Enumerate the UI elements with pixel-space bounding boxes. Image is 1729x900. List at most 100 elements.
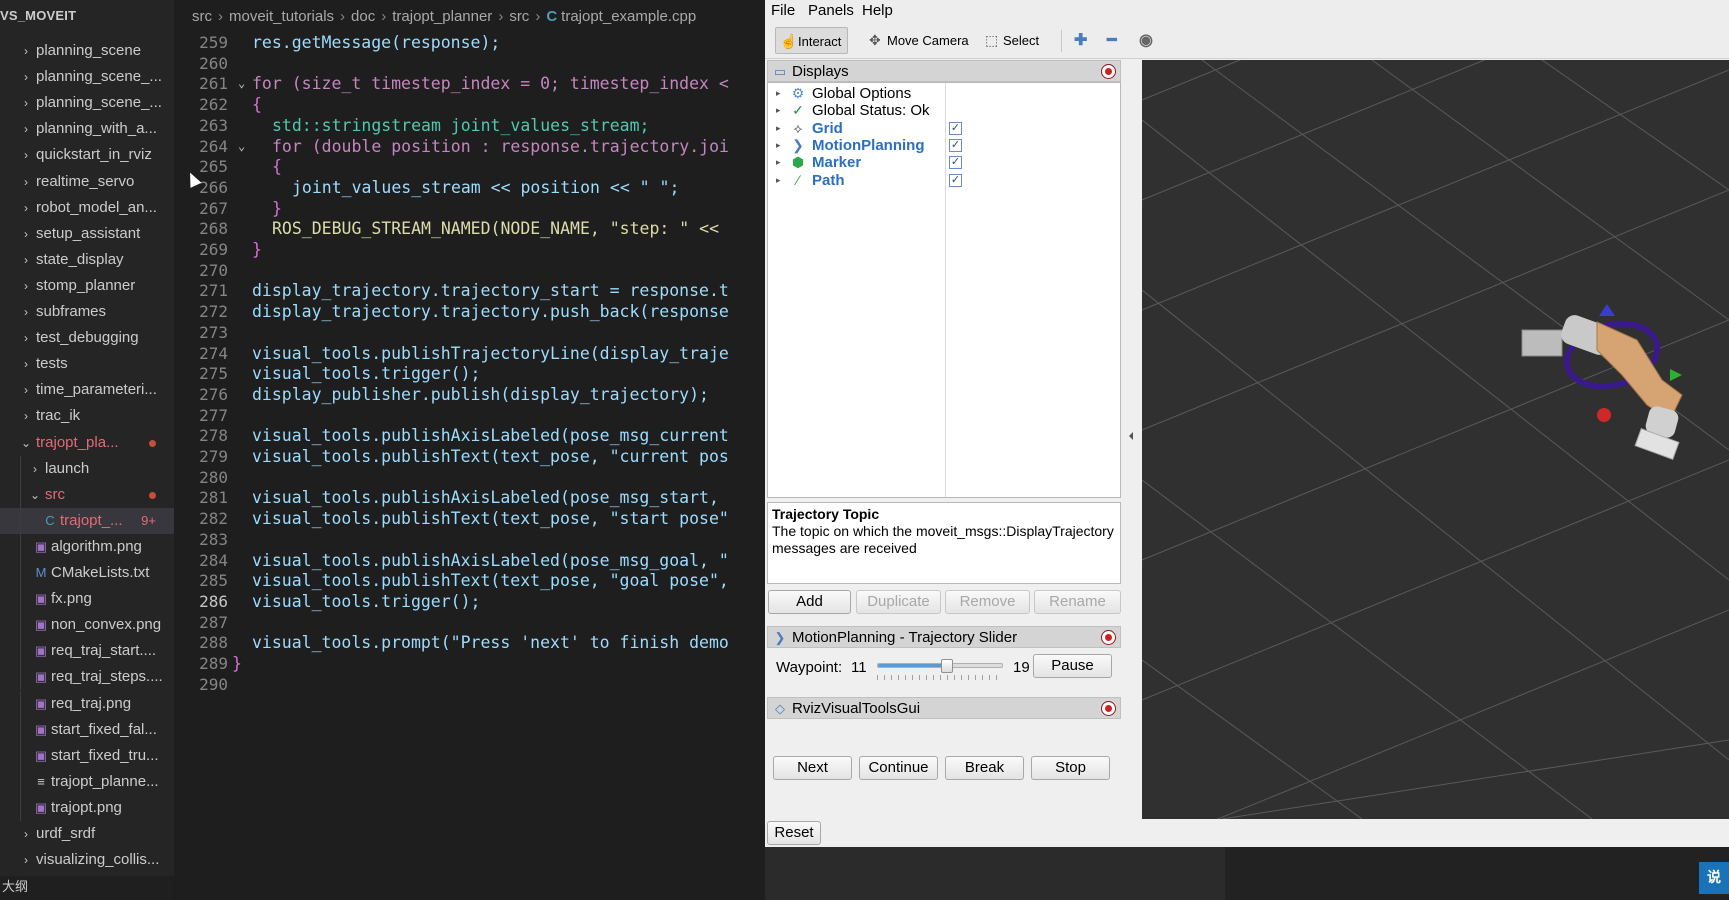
code-line[interactable]: 286 visual_tools.trigger(); (174, 590, 765, 613)
tree-folder[interactable]: ⌄ trajopt_pla... (0, 430, 174, 456)
breadcrumb-item[interactable]: moveit_tutorials (229, 8, 334, 25)
display-item[interactable]: ▸ ∕ Path ✓ (768, 171, 1120, 190)
tree-folder[interactable]: › setup_assistant (0, 221, 174, 247)
display-item[interactable]: ▸ ⟡ Grid ✓ (768, 119, 1120, 138)
tree-folder[interactable]: › stomp_planner (0, 273, 174, 299)
code-line[interactable]: 265 { (174, 155, 765, 178)
code-line[interactable]: 281 visual_tools.publishAxisLabeled(pose_… (174, 486, 765, 509)
code-line[interactable]: 290 (174, 673, 765, 696)
code-line[interactable]: 284 visual_tools.publishAxisLabeled(pose_… (174, 549, 765, 572)
close-icon[interactable] (1101, 701, 1116, 716)
tree-folder[interactable]: › robot_model_an... (0, 195, 174, 221)
expand-arrow-icon[interactable]: ▸ (776, 171, 781, 190)
code-line[interactable]: 283 (174, 528, 765, 551)
code-line[interactable]: 282 visual_tools.publishText(text_pose, "… (174, 507, 765, 530)
code-line[interactable]: 285 visual_tools.publishText(text_pose, "… (174, 569, 765, 592)
stop-button[interactable]: Stop (1031, 756, 1110, 780)
display-enabled-checkbox[interactable]: ✓ (949, 138, 962, 152)
tree-folder[interactable]: › planning_with_a... (0, 116, 174, 142)
fold-chevron-icon[interactable]: ⌄ (238, 135, 245, 158)
eye-icon[interactable]: ◉ (1139, 30, 1153, 50)
code-line[interactable]: 289} (174, 652, 765, 675)
add-tool-icon[interactable]: ✚ (1074, 30, 1087, 50)
code-line[interactable]: 276 display_publisher.publish(display_tra… (174, 383, 765, 406)
tree-folder[interactable]: › trac_ik (0, 403, 174, 429)
select-button[interactable]: ⬚ Select (981, 27, 1045, 54)
code-line[interactable]: 264 ⌄ for (double position : response.traj… (174, 135, 765, 158)
remove-tool-icon[interactable]: ━ (1107, 30, 1117, 50)
tree-folder[interactable]: › test_debugging (0, 325, 174, 351)
reset-button[interactable]: Reset (767, 821, 821, 845)
breadcrumb-item[interactable]: src (509, 8, 529, 25)
breadcrumb-item[interactable]: src (192, 8, 212, 25)
code-line[interactable]: 273 (174, 321, 765, 344)
code-editor[interactable]: src › moveit_tutorials › doc › trajopt_planner… (174, 0, 765, 900)
code-line[interactable]: 269} (174, 238, 765, 261)
code-line[interactable]: 280 (174, 466, 765, 489)
close-icon[interactable] (1101, 630, 1116, 645)
code-line[interactable]: 267} (174, 197, 765, 220)
code-line[interactable]: 259 res.getMessage(response); (174, 31, 765, 54)
tree-folder[interactable]: › planning_scene (0, 38, 174, 64)
code-line[interactable]: 263 std::stringstream joint_values_stream… (174, 114, 765, 137)
breadcrumb-item[interactable]: trajopt_planner (392, 8, 492, 25)
code-line[interactable]: 287 (174, 611, 765, 634)
display-enabled-checkbox[interactable]: ✓ (949, 173, 962, 187)
tree-folder[interactable]: › planning_scene_... (0, 90, 174, 116)
code-line[interactable]: 271 display_trajectory.trajectory_start =… (174, 279, 765, 302)
expand-arrow-icon[interactable]: ▸ (776, 153, 781, 172)
tree-file[interactable]: ▣ start_fixed_fal... (0, 716, 174, 743)
code-line[interactable]: 277 (174, 404, 765, 427)
tree-folder[interactable]: › launch (0, 455, 174, 482)
overlay-button[interactable]: 说 (1699, 862, 1729, 894)
code-line[interactable]: 275 visual_tools.trigger(); (174, 362, 765, 385)
tree-folder[interactable]: › urdf_srdf (0, 821, 174, 847)
tree-file[interactable]: M CMakeLists.txt (0, 560, 174, 586)
code-line[interactable]: 278 visual_tools.publishAxisLabeled(pose_… (174, 424, 765, 447)
tree-folder[interactable]: › subframes (0, 299, 174, 325)
display-item[interactable]: ▸ ❯ MotionPlanning ✓ (768, 136, 1120, 155)
tree-file[interactable]: ▣ fx.png (0, 586, 174, 613)
tree-file[interactable]: ≡ trajopt_planne... (0, 768, 174, 795)
fold-chevron-icon[interactable]: ⌄ (238, 72, 245, 95)
menu-file[interactable]: File (771, 0, 795, 22)
tree-file[interactable]: ▣ trajopt.png (0, 794, 174, 821)
tree-folder[interactable]: › planning_scene_... (0, 64, 174, 90)
tree-folder[interactable]: › time_parameteri... (0, 377, 174, 403)
display-item[interactable]: ▸ ⬢ Marker ✓ (768, 153, 1120, 172)
tree-folder[interactable]: › state_display (0, 247, 174, 273)
display-item[interactable]: ▸ ✓ Global Status: Ok (768, 101, 1120, 120)
tree-folder[interactable]: › realtime_servo (0, 169, 174, 195)
menu-help[interactable]: Help (862, 0, 893, 22)
code-line[interactable]: 270 (174, 259, 765, 282)
duplicate-display-button[interactable]: Duplicate (856, 590, 941, 614)
move-camera-button[interactable]: ✥ Move Camera (865, 27, 975, 54)
add-display-button[interactable]: Add (768, 590, 851, 614)
waypoint-slider[interactable] (877, 659, 1003, 673)
outline-section[interactable]: 大纲 (0, 876, 174, 900)
breadcrumb-file[interactable]: trajopt_example.cpp (561, 8, 696, 25)
remove-display-button[interactable]: Remove (945, 590, 1030, 614)
tree-file[interactable]: Ctrajopt_... 9+ (0, 507, 174, 534)
rename-display-button[interactable]: Rename (1034, 590, 1121, 614)
expand-arrow-icon[interactable]: ▸ (776, 101, 781, 120)
code-line[interactable]: 260 (174, 52, 765, 75)
code-line[interactable]: 288 visual_tools.prompt("Press 'next' to … (174, 631, 765, 654)
splitter-arrow-icon[interactable] (1129, 432, 1133, 440)
code-line[interactable]: 279 visual_tools.publishText(text_pose, "… (174, 445, 765, 468)
tree-folder[interactable]: › visualizing_collis... (0, 847, 174, 873)
next-button[interactable]: Next (773, 756, 852, 780)
break-button[interactable]: Break (945, 756, 1024, 780)
interact-button[interactable]: ☝ Interact (775, 27, 849, 54)
expand-arrow-icon[interactable]: ▸ (776, 84, 781, 103)
3d-viewport[interactable] (1142, 60, 1729, 819)
display-enabled-checkbox[interactable]: ✓ (949, 156, 962, 170)
continue-button[interactable]: Continue (859, 756, 938, 780)
display-enabled-checkbox[interactable]: ✓ (949, 121, 962, 135)
pause-button[interactable]: Pause (1033, 654, 1112, 678)
code-line[interactable]: 261 ⌄ for (size_t timestep_index = 0; time… (174, 72, 765, 95)
tree-file[interactable]: ▣ start_fixed_tru... (0, 742, 174, 769)
expand-arrow-icon[interactable]: ▸ (776, 119, 781, 138)
tree-folder[interactable]: › quickstart_in_rviz (0, 142, 174, 168)
code-line[interactable]: 266 joint_values_stream << position << " … (174, 176, 765, 199)
